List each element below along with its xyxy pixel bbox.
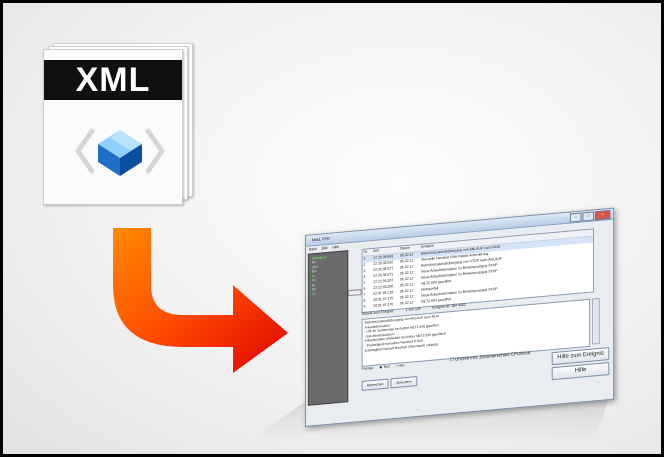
help-button[interactable]: Hilfe bbox=[551, 362, 610, 381]
minimize-button[interactable]: – bbox=[569, 212, 582, 223]
splitter-column bbox=[348, 249, 362, 400]
format-text-label: Text bbox=[383, 364, 390, 370]
menu-item-hilfe[interactable]: Hilfe bbox=[332, 245, 339, 250]
details-scrollbar[interactable] bbox=[592, 297, 600, 345]
file-page-front: XML bbox=[43, 49, 183, 205]
format-label: Format: bbox=[361, 365, 374, 371]
maximize-button[interactable]: □ bbox=[582, 211, 594, 222]
xml-file-icon: XML bbox=[43, 43, 193, 205]
xml-cube-icon bbox=[75, 128, 165, 176]
format-hex-radio[interactable]: ○ Hex bbox=[395, 363, 404, 368]
close-button[interactable]: × bbox=[594, 209, 611, 221]
application-window: Meld. FPE – □ × Datei Bild Hilfe Statusb… bbox=[305, 207, 615, 427]
module-sidebar: Statusblock PS CPU E/A DI DO AI AO CP bbox=[307, 250, 349, 406]
cell-nr: 9 bbox=[363, 304, 366, 309]
curved-arrow-icon bbox=[113, 228, 288, 373]
column-nr[interactable]: Nr. bbox=[363, 249, 374, 256]
menu-item-bild[interactable]: Bild bbox=[322, 246, 328, 251]
menu-item-datei[interactable]: Datei bbox=[309, 247, 317, 252]
window-title: Meld. FPE bbox=[311, 235, 330, 243]
xml-label: XML bbox=[44, 60, 182, 100]
splitter-handle[interactable] bbox=[348, 288, 362, 297]
application-window-wrapper: Meld. FPE – □ × Datei Bild Hilfe Statusb… bbox=[305, 195, 635, 445]
format-text-radio[interactable]: ◉ Text bbox=[379, 365, 389, 370]
format-hex-label: Hex bbox=[398, 363, 405, 368]
save-button[interactable]: Speichern bbox=[390, 376, 418, 389]
cancel-button[interactable]: Abbrechen bbox=[361, 378, 389, 391]
